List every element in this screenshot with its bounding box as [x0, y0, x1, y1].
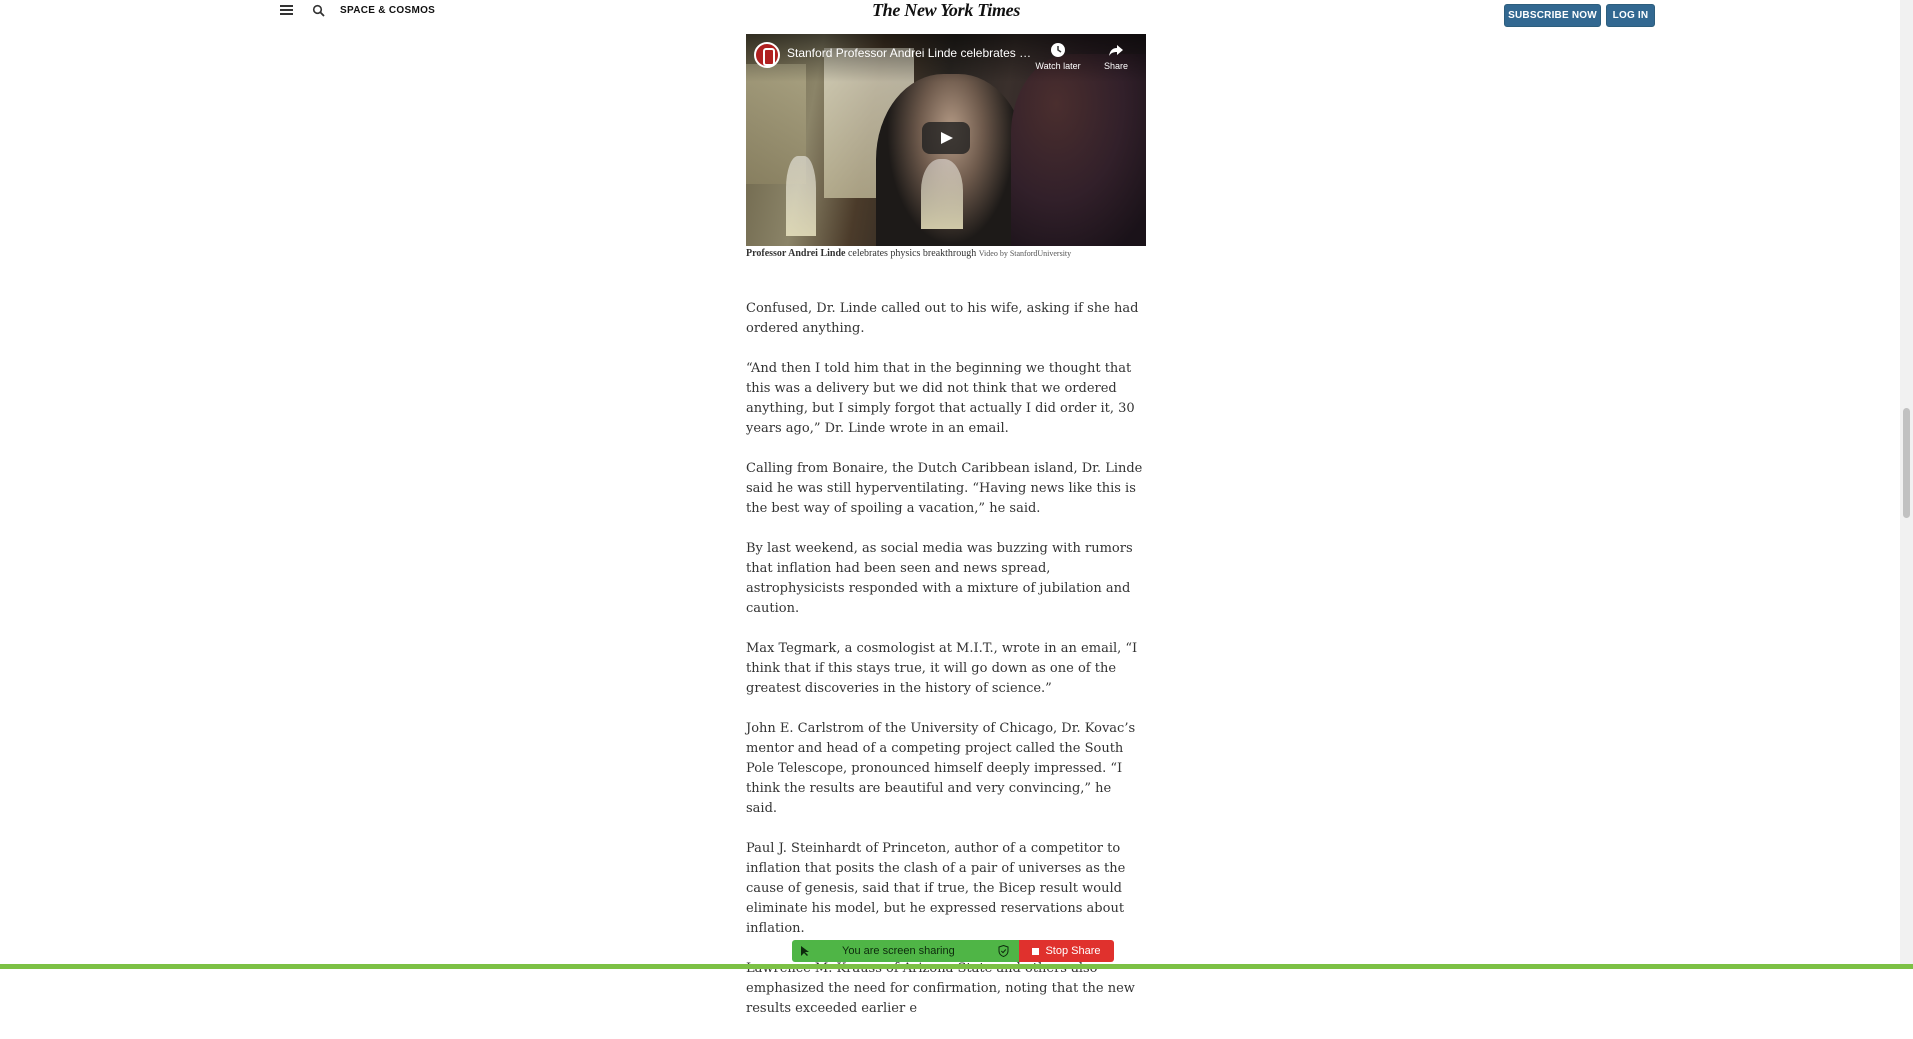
watch-later-label: Watch later — [1035, 61, 1081, 71]
nyt-logo[interactable]: The New York Times — [840, 0, 1052, 21]
article-paragraph: By last weekend, as social media was buz… — [746, 541, 1133, 616]
video-frame-wine-glass — [786, 156, 816, 236]
video-frame-person-right — [1011, 54, 1146, 246]
search-icon[interactable] — [312, 4, 326, 18]
article-paragraph: Max Tegmark, a cosmologist at M.I.T., wr… — [746, 641, 1138, 696]
embedded-video-player[interactable]: Stanford Professor Andrei Linde celebrat… — [746, 34, 1146, 246]
top-navigation-bar: SPACE & COSMOS The New York Times SUBSCR… — [0, 0, 1900, 28]
page-scrollbar[interactable] — [1900, 0, 1913, 964]
screen-share-status[interactable]: You are screen sharing — [792, 940, 1019, 962]
article-paragraph: Paul J. Steinhardt of Princeton, author … — [746, 841, 1126, 936]
video-title[interactable]: Stanford Professor Andrei Linde celebrat… — [787, 46, 1037, 60]
share-label: Share — [1103, 61, 1129, 71]
hamburger-menu-icon[interactable] — [280, 5, 293, 17]
shield-check-icon — [998, 945, 1009, 957]
video-frame-wine-glass — [921, 159, 963, 229]
subscribe-button[interactable]: SUBSCRIBE NOW — [1504, 4, 1601, 27]
watch-later-button[interactable]: Watch later — [1028, 42, 1088, 71]
stop-share-button[interactable]: Stop Share — [1019, 940, 1114, 962]
drag-handle-icon[interactable] — [798, 945, 812, 957]
share-arrow-icon — [1109, 45, 1123, 56]
screen-share-status-text: You are screen sharing — [842, 945, 955, 957]
play-button[interactable] — [922, 122, 970, 154]
login-button[interactable]: LOG IN — [1606, 4, 1655, 27]
article-paragraph: Confused, Dr. Linde called out to his wi… — [746, 301, 1139, 336]
article-paragraph: John E. Carlstrom of the University of C… — [746, 721, 1136, 816]
caption-credit: Video by StanfordUniversity — [978, 249, 1072, 258]
clock-icon — [1051, 43, 1065, 57]
stop-share-label: Stop Share — [1045, 945, 1101, 957]
channel-avatar[interactable] — [754, 42, 780, 68]
caption-name: Professor Andrei Linde — [746, 248, 846, 259]
stop-icon — [1032, 947, 1040, 955]
scrollbar-thumb[interactable] — [1903, 408, 1910, 518]
screen-share-frame-border — [0, 964, 1913, 969]
video-caption: Professor Andrei Linde celebrates physic… — [746, 248, 1166, 259]
article-paragraph: “And then I told him that in the beginni… — [746, 361, 1135, 436]
share-button[interactable]: Share — [1086, 42, 1146, 71]
caption-text: celebrates physics breakthrough — [845, 248, 979, 259]
section-label[interactable]: SPACE & COSMOS — [340, 5, 435, 16]
article-paragraph: Calling from Bonaire, the Dutch Caribbea… — [746, 461, 1143, 516]
article-body: Confused, Dr. Linde called out to his wi… — [746, 299, 1146, 1039]
screen-share-toolbar: You are screen sharing Stop Share — [792, 940, 1114, 962]
